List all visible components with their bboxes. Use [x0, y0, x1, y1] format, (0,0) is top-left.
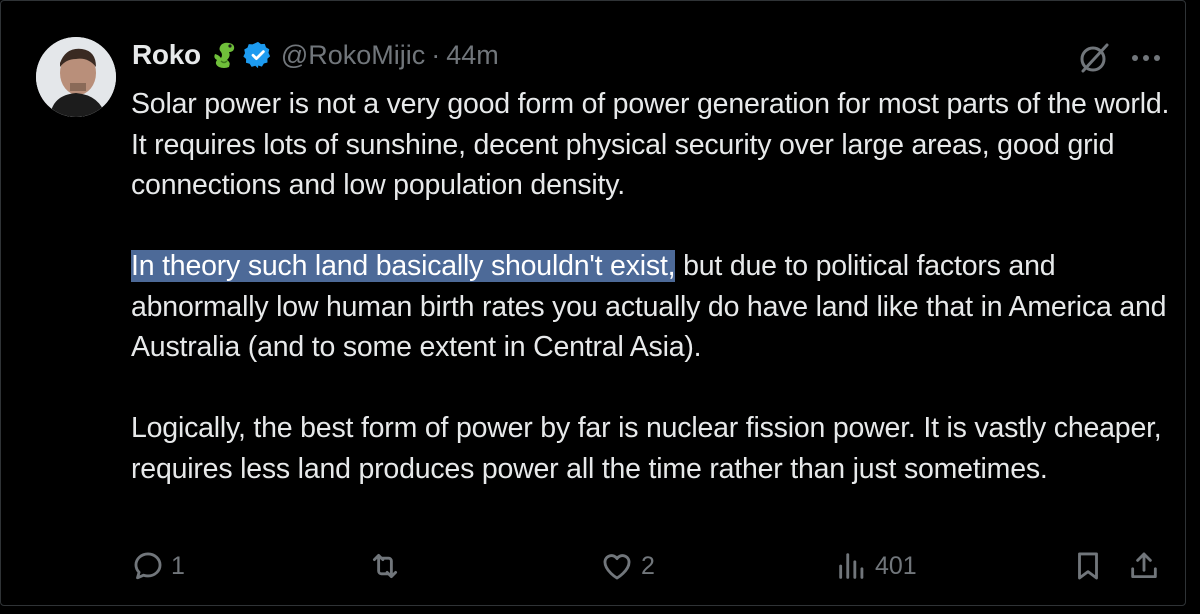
- tweet-header: Roko @RokoMijic · 44m: [132, 35, 499, 75]
- tweet-paragraph-3: Logically, the best form of power by far…: [131, 412, 1162, 485]
- reply-icon: [134, 552, 162, 580]
- bookmark-button[interactable]: [1071, 544, 1105, 588]
- more-options-icon[interactable]: [1126, 43, 1166, 73]
- share-button[interactable]: [1127, 544, 1161, 588]
- action-bar: 1 2 401: [131, 544, 1171, 588]
- view-count: 401: [875, 551, 917, 580]
- repost-button[interactable]: [367, 544, 409, 588]
- repost-icon: [372, 553, 398, 579]
- avatar-image: [36, 37, 116, 117]
- bookmark-icon: [1078, 552, 1098, 580]
- verified-badge-icon[interactable]: [243, 40, 273, 70]
- tweet-paragraph-2: In theory such land basically shouldn't …: [131, 246, 1176, 368]
- dragon-emoji-icon: [209, 40, 237, 70]
- grok-icon[interactable]: [1077, 41, 1111, 75]
- author-handle[interactable]: @RokoMijic: [281, 40, 425, 71]
- avatar[interactable]: [36, 37, 116, 117]
- like-button[interactable]: 2: [599, 544, 655, 588]
- views-button[interactable]: 401: [835, 544, 917, 588]
- heart-icon: [603, 554, 631, 580]
- reply-button[interactable]: 1: [131, 544, 185, 588]
- author-name[interactable]: Roko: [132, 39, 201, 71]
- selected-text[interactable]: In theory such land basically shouldn't …: [131, 250, 676, 282]
- reply-count: 1: [171, 551, 185, 580]
- like-count: 2: [641, 551, 655, 580]
- tweet-card[interactable]: Roko @RokoMijic · 44m Solar power is not…: [0, 0, 1186, 606]
- separator-dot: ·: [431, 39, 441, 70]
- share-icon: [1131, 552, 1157, 579]
- tweet-text: Solar power is not a very good form of p…: [131, 84, 1176, 530]
- tweet-paragraph-1: Solar power is not a very good form of p…: [131, 88, 1170, 201]
- views-icon: [839, 553, 864, 579]
- timestamp[interactable]: 44m: [446, 40, 499, 71]
